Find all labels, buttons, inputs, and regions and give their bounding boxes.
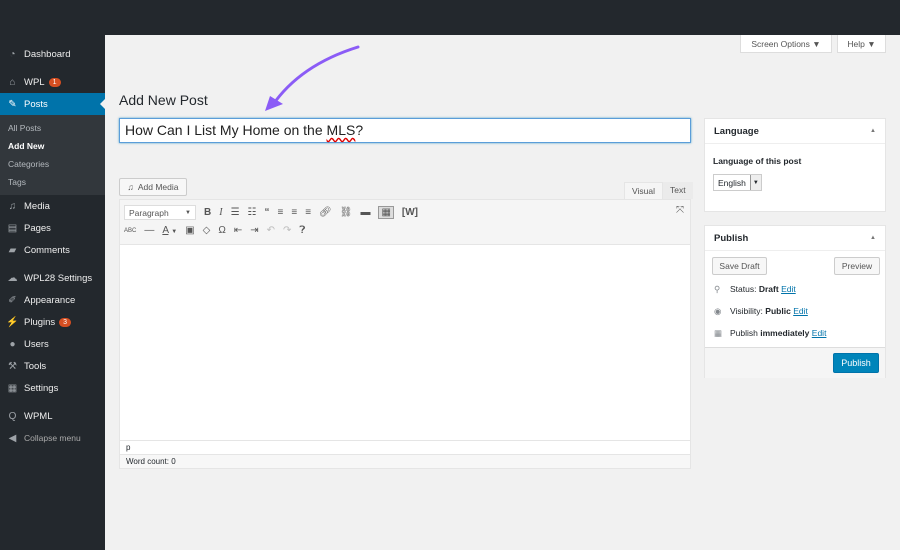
value: Draft [758, 284, 779, 294]
word-count: Word count: 0 [120, 454, 690, 468]
language-select[interactable]: English ▼ [713, 174, 762, 191]
eye-icon: ◉ [714, 305, 722, 316]
link-icon[interactable]: 🔗︎ [319, 207, 332, 218]
edit-schedule-link[interactable]: Edit [812, 328, 827, 338]
title-text-end: ? [355, 122, 364, 138]
horizontal-line-icon[interactable]: — [144, 225, 154, 236]
outdent-icon[interactable]: ⇤ [234, 225, 242, 236]
edit-status-link[interactable]: Edit [781, 284, 796, 294]
status-row: ⚲ Status: Draft Edit [714, 278, 885, 300]
preview-button[interactable]: Preview [834, 257, 880, 275]
publish-box: Publish ▲ Save Draft Preview ⚲ Status: Dra… [704, 225, 886, 378]
strikethrough-icon[interactable]: ABC [124, 228, 136, 234]
toggle-arrow-icon[interactable]: ▲ [870, 128, 876, 134]
misspelled-word: MLS [326, 122, 356, 138]
format-select[interactable]: Paragraph ▼ [124, 205, 196, 220]
box-title: Language [714, 125, 759, 137]
label: Publish [730, 328, 758, 338]
tab-text[interactable]: Text [663, 182, 693, 199]
editor: Paragraph ▼ BI ☰ ☷ “≡ ≡ ≡ 🔗︎ ⛓︎ ▬ ▦ [W] ⤧ ABC — … [119, 199, 691, 469]
language-box: Language ▲ Language of this post English ▼ [704, 118, 886, 212]
w-shortcode-icon[interactable]: [W] [402, 207, 418, 218]
language-label: Language of this post [713, 156, 802, 166]
label: Paragraph [129, 207, 169, 218]
special-char-icon[interactable]: Ω [218, 225, 225, 236]
blockquote-icon[interactable]: “ [265, 207, 270, 218]
tab-visual[interactable]: Visual [624, 182, 663, 199]
numbered-list-icon[interactable]: ☷ [248, 207, 257, 218]
undo-icon[interactable]: ↶ [267, 225, 275, 236]
pin-icon: ⚲ [714, 283, 721, 294]
paste-text-icon[interactable]: ▣ [185, 225, 194, 236]
editor-path: p [120, 440, 690, 454]
value: immediately [760, 328, 810, 338]
add-media-button[interactable]: ♫ Add Media [119, 178, 187, 196]
label: English [718, 177, 746, 188]
box-title: Publish [714, 232, 749, 244]
publish-actions: Publish [705, 347, 885, 378]
visibility-row: ◉ Visibility: Public Edit [714, 300, 885, 322]
unlink-icon[interactable]: ⛓︎ [340, 207, 353, 218]
calendar-icon: ▦ [714, 327, 723, 338]
label: Status: [730, 284, 757, 294]
post-title-input[interactable]: How Can I List My Home on the MLS? [119, 118, 691, 143]
title-text: How Can I List My Home on the [125, 122, 327, 138]
publish-button[interactable]: Publish [833, 353, 879, 373]
indent-icon[interactable]: ⇥ [250, 225, 258, 236]
italic-icon[interactable]: I [219, 207, 222, 218]
edit-visibility-link[interactable]: Edit [793, 306, 808, 316]
media-icon: ♫ [127, 182, 134, 192]
page-title: Add New Post [119, 92, 208, 108]
help-icon[interactable]: ❓︎ [299, 225, 305, 236]
toggle-arrow-icon[interactable]: ▲ [870, 235, 876, 241]
label: Visibility: [730, 306, 763, 316]
align-right-icon[interactable]: ≡ [305, 207, 311, 218]
bullet-list-icon[interactable]: ☰ [231, 207, 240, 218]
align-center-icon[interactable]: ≡ [291, 207, 297, 218]
redo-icon[interactable]: ↷ [283, 225, 291, 236]
text-color-icon[interactable]: A ▼ [162, 225, 177, 236]
toolbar-toggle-icon[interactable]: ▦ [378, 206, 394, 219]
clear-formatting-icon[interactable]: ◇ [203, 225, 211, 236]
align-left-icon[interactable]: ≡ [278, 207, 284, 218]
fullscreen-icon[interactable]: ⤧ [676, 205, 684, 216]
bold-icon[interactable]: B [204, 207, 211, 218]
label: Add Media [137, 182, 179, 192]
editor-content[interactable] [120, 245, 690, 440]
schedule-row: ▦ Publish immediately Edit [714, 322, 885, 344]
chevron-down-icon: ▼ [749, 175, 761, 190]
value: Public [765, 306, 791, 316]
save-draft-button[interactable]: Save Draft [712, 257, 767, 275]
read-more-icon[interactable]: ▬ [360, 207, 370, 218]
editor-toolbar: Paragraph ▼ BI ☰ ☷ “≡ ≡ ≡ 🔗︎ ⛓︎ ▬ ▦ [W] ⤧ ABC — … [120, 200, 690, 245]
